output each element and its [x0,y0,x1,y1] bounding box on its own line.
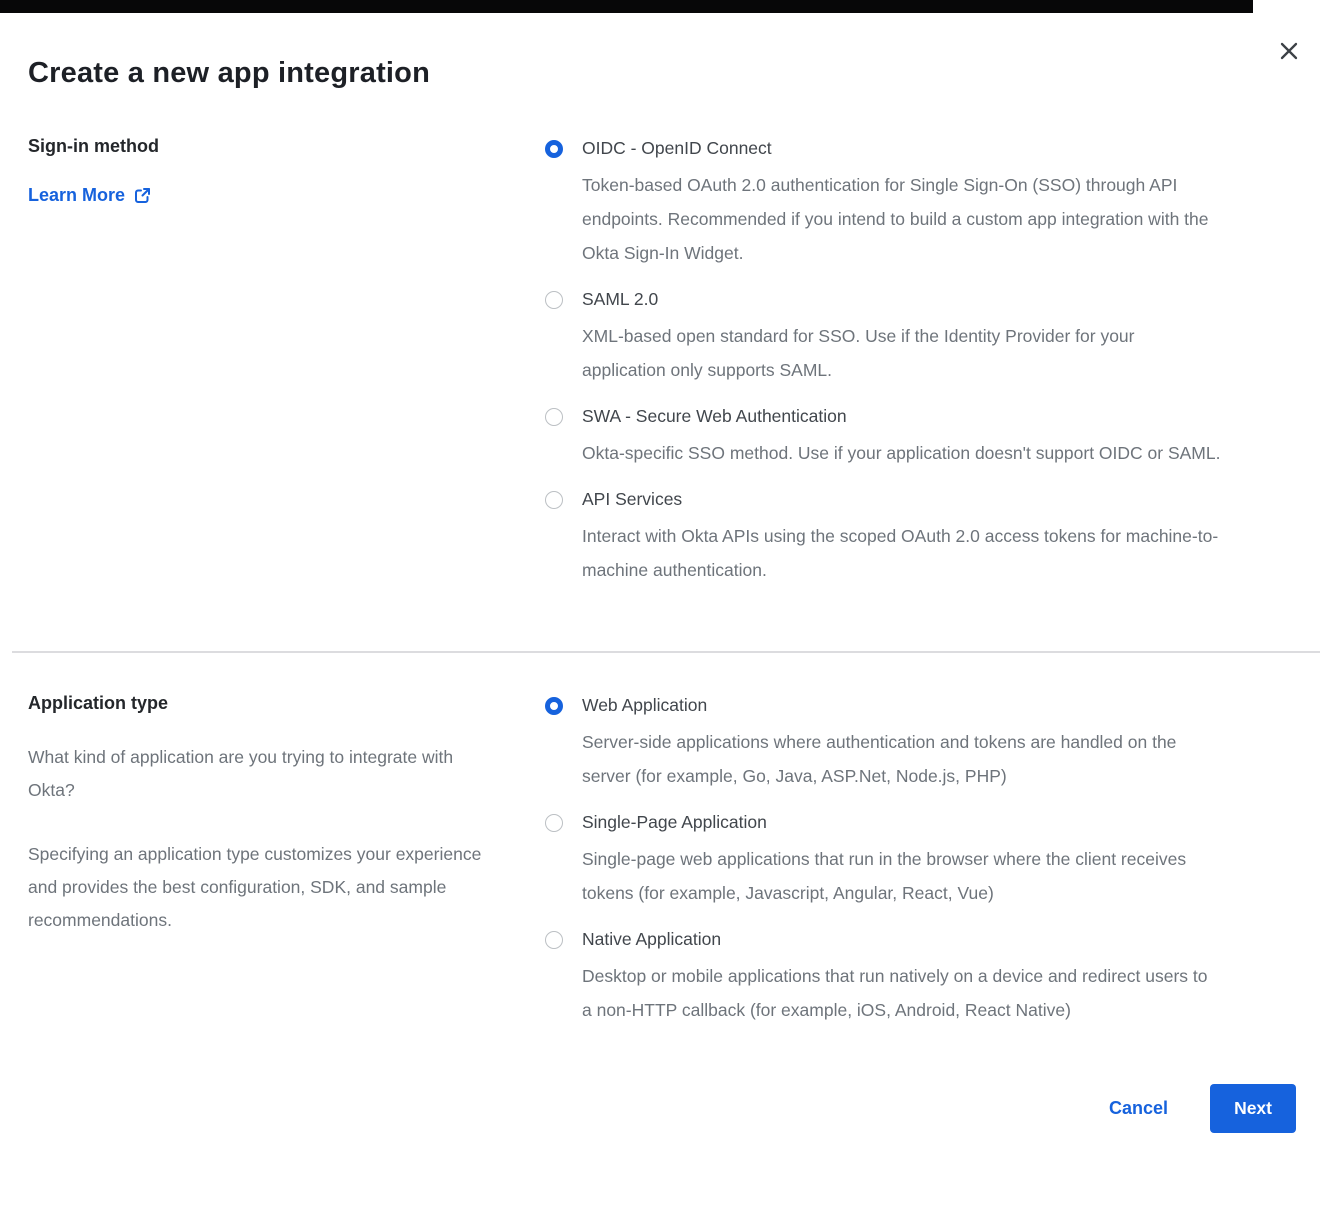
radio-option-api-services[interactable]: API Services Interact with Okta APIs usi… [545,487,1296,587]
option-description: XML-based open standard for SSO. Use if … [582,319,1222,387]
radio-icon-native-application[interactable] [545,931,563,949]
option-label: SWA - Secure Web Authentication [582,404,1220,429]
dialog-footer: Cancel Next [28,1084,1296,1133]
option-description: Desktop or mobile applications that run … [582,959,1222,1027]
close-x-glyph [1279,41,1299,61]
option-label: API Services [582,487,1222,512]
option-label: Single-Page Application [582,810,1222,835]
learn-more-link[interactable]: Learn More [28,185,151,206]
next-button[interactable]: Next [1210,1084,1296,1133]
radio-option-saml[interactable]: SAML 2.0 XML-based open standard for SSO… [545,287,1296,387]
radio-icon-oidc[interactable] [545,140,563,158]
radio-option-oidc[interactable]: OIDC - OpenID Connect Token-based OAuth … [545,136,1296,270]
option-label: Native Application [582,927,1222,952]
option-description: Token-based OAuth 2.0 authentication for… [582,168,1222,270]
application-type-note: Specifying an application type customize… [28,838,500,937]
page-top-bar [0,0,1253,13]
radio-option-swa[interactable]: SWA - Secure Web Authentication Okta-spe… [545,404,1296,470]
radio-icon-web-application[interactable] [545,697,563,715]
radio-option-web-application[interactable]: Web Application Server-side applications… [545,693,1296,793]
application-type-section: Application type What kind of applicatio… [28,693,1296,1044]
option-description: Single-page web applications that run in… [582,842,1222,910]
option-label: Web Application [582,693,1222,718]
radio-icon-single-page-application[interactable] [545,814,563,832]
radio-option-native-application[interactable]: Native Application Desktop or mobile app… [545,927,1296,1027]
external-link-icon [134,187,151,204]
signin-method-section: Sign-in method Learn More OIDC - OpenID … [28,136,1296,604]
radio-option-single-page-application[interactable]: Single-Page Application Single-page web … [545,810,1296,910]
cancel-button[interactable]: Cancel [1109,1098,1168,1119]
option-label: SAML 2.0 [582,287,1222,312]
option-description: Interact with Okta APIs using the scoped… [582,519,1222,587]
radio-icon-saml[interactable] [545,291,563,309]
option-description: Okta-specific SSO method. Use if your ap… [582,436,1220,470]
section-divider [12,651,1320,653]
application-type-label: Application type [28,693,545,714]
application-type-question: What kind of application are you trying … [28,741,500,807]
close-icon[interactable] [1276,38,1302,64]
radio-icon-api-services[interactable] [545,491,563,509]
dialog-title: Create a new app integration [28,0,1296,90]
learn-more-label: Learn More [28,185,125,206]
signin-method-label: Sign-in method [28,136,545,157]
option-description: Server-side applications where authentic… [582,725,1222,793]
option-label: OIDC - OpenID Connect [582,136,1222,161]
radio-icon-swa[interactable] [545,408,563,426]
dialog-content: Create a new app integration Sign-in met… [0,0,1332,1133]
